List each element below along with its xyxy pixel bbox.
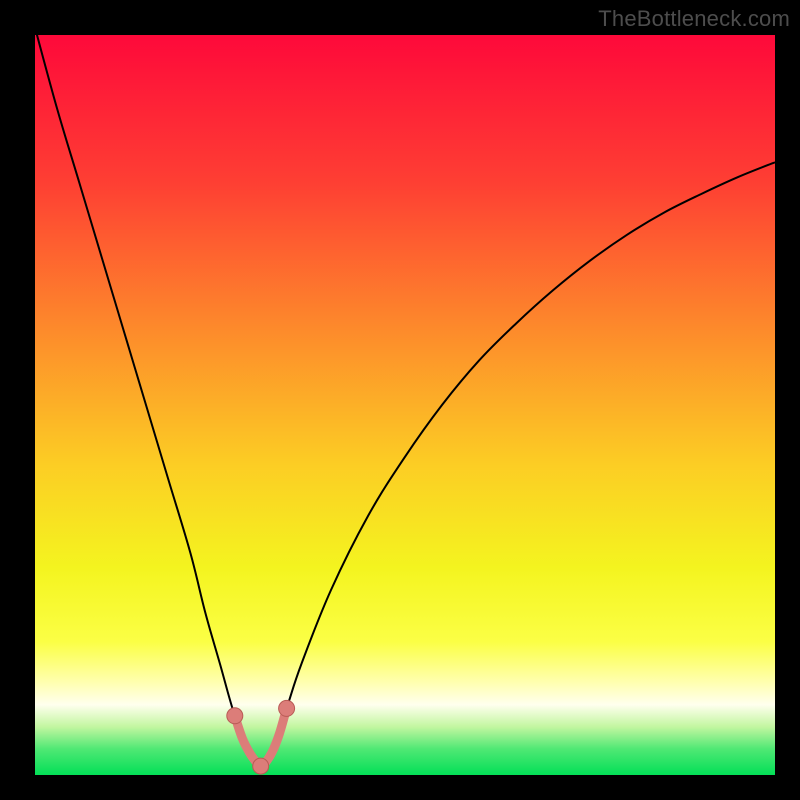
plot-area (35, 35, 775, 775)
plot-svg (35, 35, 775, 775)
watermark-text: TheBottleneck.com (598, 6, 790, 32)
chart-frame: TheBottleneck.com (0, 0, 800, 800)
optimal-marker (227, 708, 243, 724)
optimal-marker (279, 700, 295, 716)
optimal-marker (253, 758, 269, 774)
